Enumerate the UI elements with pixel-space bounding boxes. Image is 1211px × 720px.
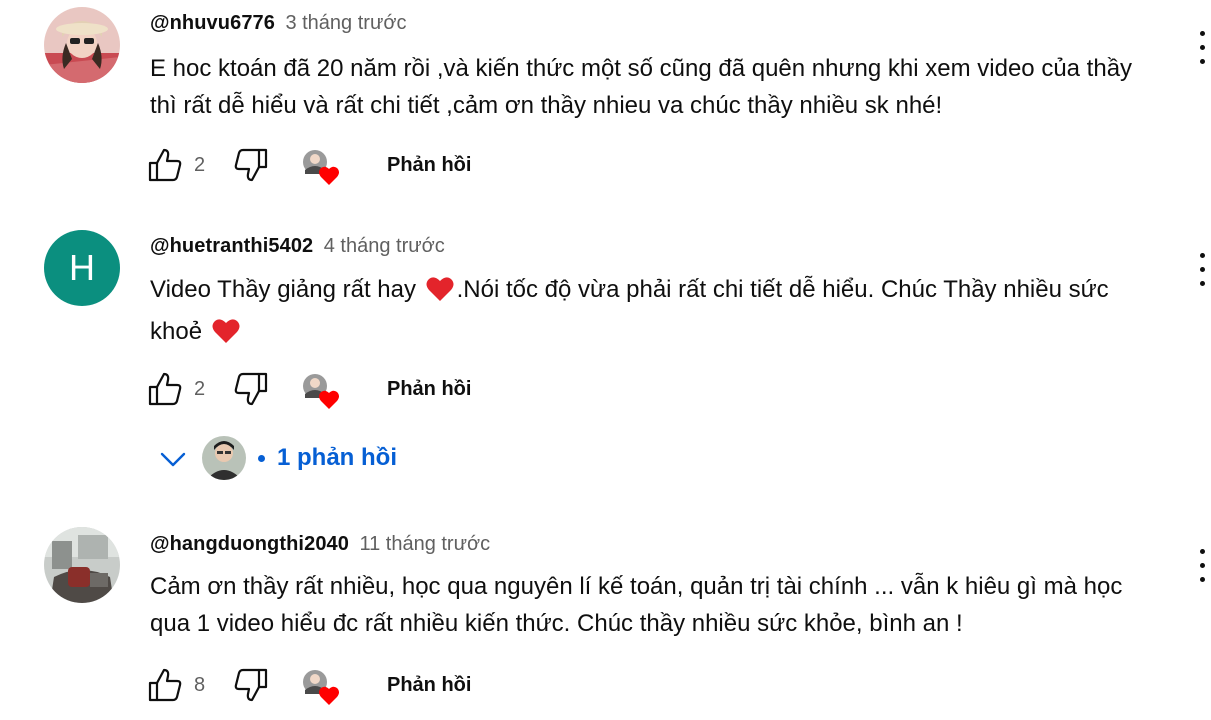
comment-text: Cảm ơn thầy rất nhiều, học qua nguyên lí… bbox=[150, 573, 1123, 637]
comment-text: Video Thầy giảng rất hay .Nói tốc độ vừa… bbox=[150, 271, 1150, 355]
creator-heart bbox=[300, 668, 342, 706]
replies-count-link[interactable]: 1 phản hồi bbox=[277, 444, 397, 472]
comment-author[interactable]: @nhuvu6776 bbox=[150, 12, 275, 34]
more-button[interactable] bbox=[1190, 28, 1211, 68]
comment-header: @hangduongthi2040 11 tháng trước bbox=[150, 533, 490, 556]
more-vert-icon-dot bbox=[1200, 281, 1205, 286]
replies-toggle[interactable]: 1 phản hồi bbox=[150, 436, 450, 482]
comment-actions: 8 Phản hồi bbox=[0, 666, 1211, 706]
chevron-down-icon bbox=[160, 452, 186, 467]
avatar[interactable] bbox=[44, 527, 120, 603]
comment-header: @nhuvu6776 3 tháng trước bbox=[150, 12, 406, 35]
creator-heart-icon bbox=[303, 150, 339, 185]
separator-dot bbox=[258, 455, 265, 462]
reply-avatar bbox=[202, 436, 246, 480]
creator-heart-icon bbox=[303, 670, 339, 705]
like-count: 2 bbox=[194, 154, 206, 176]
reply-button[interactable]: Phản hồi bbox=[387, 674, 471, 697]
reply-button[interactable]: Phản hồi bbox=[387, 378, 471, 401]
more-vert-icon-dot bbox=[1200, 267, 1205, 272]
avatar[interactable] bbox=[44, 7, 120, 83]
thumb-up-icon bbox=[148, 148, 182, 182]
thumb-down-icon bbox=[234, 372, 268, 406]
more-vert-icon bbox=[1200, 31, 1205, 36]
more-vert-icon bbox=[1200, 549, 1205, 554]
thumb-down-icon bbox=[234, 148, 268, 182]
more-button[interactable] bbox=[1190, 546, 1211, 586]
comment-time[interactable]: 4 tháng trước bbox=[324, 235, 445, 257]
creator-heart-icon bbox=[303, 374, 339, 409]
red-heart-icon bbox=[211, 318, 241, 355]
dislike-button[interactable] bbox=[232, 146, 270, 184]
comment-author[interactable]: @huetranthi5402 bbox=[150, 235, 313, 257]
more-vert-icon bbox=[1200, 253, 1205, 258]
thumb-up-icon bbox=[148, 372, 182, 406]
comment-author[interactable]: @hangduongthi2040 bbox=[150, 533, 349, 555]
comment-actions: 2 Phản hồi bbox=[0, 146, 1211, 186]
like-count: 8 bbox=[194, 674, 206, 696]
thumb-up-icon bbox=[148, 668, 182, 702]
avatar[interactable]: H bbox=[44, 230, 120, 306]
comment-time[interactable]: 11 tháng trước bbox=[359, 533, 490, 555]
like-button[interactable] bbox=[146, 146, 184, 184]
more-vert-icon-dot bbox=[1200, 563, 1205, 568]
more-vert-icon-dot bbox=[1200, 45, 1205, 50]
comment-actions: 2 Phản hồi bbox=[0, 370, 1211, 410]
creator-heart bbox=[300, 148, 342, 186]
comment-header: @huetranthi5402 4 tháng trước bbox=[150, 235, 445, 258]
more-vert-icon-dot bbox=[1200, 59, 1205, 64]
reply-button[interactable]: Phản hồi bbox=[387, 154, 471, 177]
like-button[interactable] bbox=[146, 370, 184, 408]
dislike-button[interactable] bbox=[232, 370, 270, 408]
comment-time[interactable]: 3 tháng trước bbox=[285, 12, 406, 34]
comment-text-part: Video Thầy giảng rất hay bbox=[150, 276, 416, 303]
comment-text: E hoc ktoán đã 20 năm rồi ,và kiến thức … bbox=[150, 55, 1133, 119]
red-heart-icon bbox=[425, 276, 455, 313]
dislike-button[interactable] bbox=[232, 666, 270, 704]
like-button[interactable] bbox=[146, 666, 184, 704]
creator-heart bbox=[300, 372, 342, 410]
more-vert-icon-dot bbox=[1200, 577, 1205, 582]
more-button[interactable] bbox=[1190, 250, 1211, 290]
like-count: 2 bbox=[194, 378, 206, 400]
thumb-down-icon bbox=[234, 668, 268, 702]
